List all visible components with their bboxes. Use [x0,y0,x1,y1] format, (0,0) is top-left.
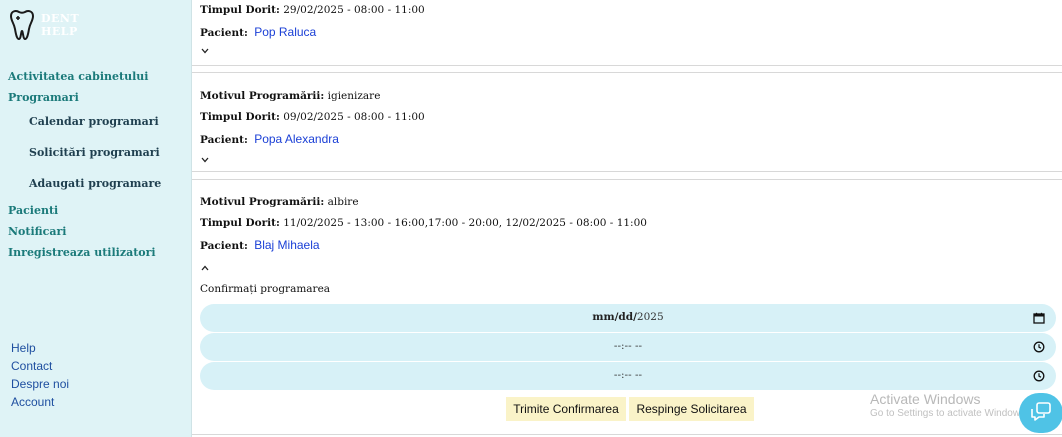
request-reason-value: igienizare [327,90,381,102]
footer-link-account[interactable]: Account [11,395,54,409]
request-card: Motivul Programării: igienizare Timpul D… [192,72,1062,172]
sidebar-item-adaugati-programare[interactable]: Adaugati programare [29,177,161,190]
footer-link-contact[interactable]: Contact [11,359,52,373]
footer-link-help[interactable]: Help [11,341,36,355]
clock-icon[interactable] [1033,370,1045,382]
confirm-section-label: Confirmați programarea [200,283,331,295]
clock-icon[interactable] [1033,341,1045,353]
patient-name-link[interactable]: Pop Raluca [254,25,316,39]
sidebar: DENT HELP Activitatea cabinetului Progra… [0,0,192,437]
request-patient-row: Pacient: Popa Alexandra [200,132,339,146]
request-reason-row: Motivul Programării: igienizare [200,90,380,102]
request-time-row: Timpul Dorit: 09/02/2025 - 08:00 - 11:00 [200,111,425,123]
sidebar-item-activitatea-cabinetului[interactable]: Activitatea cabinetului [8,70,148,83]
sidebar-item-programari[interactable]: Programari [8,91,79,104]
reason-label: Motivul Programării: [200,90,325,102]
request-reason-value: albire [327,196,359,208]
end-time-input[interactable]: --:-- -- [200,362,1056,390]
footer-link-despre-noi[interactable]: Despre noi [11,377,69,391]
activate-windows-title: Activate Windows [870,391,981,407]
sidebar-item-notificari[interactable]: Notificari [8,225,66,238]
sidebar-item-calendar-programari[interactable]: Calendar programari [29,115,159,128]
chat-button[interactable] [1019,393,1062,433]
calendar-icon[interactable] [1033,312,1045,324]
patient-name-link[interactable]: Popa Alexandra [254,132,339,146]
time-label: Timpul Dorit: [200,4,280,16]
request-patient-row: Pacient: Blaj Mihaela [200,238,320,252]
date-input[interactable]: mm/dd/2025 [200,304,1056,332]
brand-line-2: HELP [41,25,78,38]
activate-windows-subtitle: Go to Settings to activate Windows. [870,408,1028,419]
request-time-value: 09/02/2025 - 08:00 - 11:00 [283,111,425,123]
chevron-up-icon[interactable] [201,265,209,273]
request-time-row: Timpul Dorit: 29/02/2025 - 08:00 - 11:00 [200,4,425,16]
sidebar-item-inregistreaza-utilizatori[interactable]: Inregistreaza utilizatori [8,246,156,259]
request-patient-row: Pacient: Pop Raluca [200,25,316,39]
time-label: Timpul Dorit: [200,217,280,229]
sidebar-item-solicitari-programari[interactable]: Solicitări programari [29,146,160,159]
end-time-value: --:-- -- [613,369,643,381]
request-reason-row: Motivul Programării: albire [200,196,359,208]
time-label: Timpul Dorit: [200,111,280,123]
app-logo[interactable]: DENT HELP [7,9,87,43]
brand-line-1: DENT [41,12,80,25]
patient-name-link[interactable]: Blaj Mihaela [254,238,319,252]
tooth-icon [9,10,35,41]
reject-request-button[interactable]: Respinge Solicitarea [629,397,754,421]
date-year: 2025 [636,311,664,323]
request-card: Timpul Dorit: 29/02/2025 - 08:00 - 11:00… [192,0,1062,66]
chevron-down-icon[interactable] [201,48,209,56]
chevron-down-icon[interactable] [201,157,209,165]
patient-label: Pacient: [200,240,248,252]
start-time-value: --:-- -- [613,340,643,352]
date-input-value: mm/dd/2025 [200,311,1056,323]
request-time-value: 29/02/2025 - 08:00 - 11:00 [283,4,425,16]
chat-icon [1031,402,1051,421]
request-time-value: 11/02/2025 - 13:00 - 16:00,17:00 - 20:00… [283,217,647,229]
request-time-row: Timpul Dorit: 11/02/2025 - 13:00 - 16:00… [200,217,647,229]
sidebar-item-pacienti[interactable]: Pacienti [8,204,58,217]
patient-label: Pacient: [200,134,248,146]
date-format-placeholder: mm/dd/ [592,311,637,323]
send-confirmation-button[interactable]: Trimite Confirmarea [506,397,626,421]
patient-label: Pacient: [200,27,248,39]
start-time-input[interactable]: --:-- -- [200,333,1056,361]
reason-label: Motivul Programării: [200,196,325,208]
brand-name: DENT HELP [41,12,79,38]
